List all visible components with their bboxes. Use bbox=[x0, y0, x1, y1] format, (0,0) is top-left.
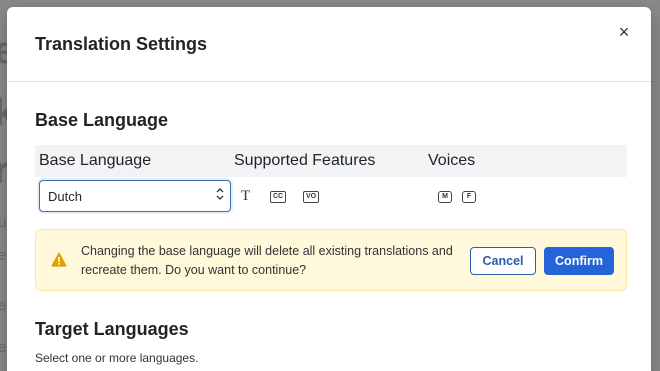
confirm-button[interactable]: Confirm bbox=[544, 247, 614, 275]
table-header: Base Language Supported Features Voices bbox=[35, 145, 627, 177]
background-text: u bbox=[0, 214, 7, 231]
modal-title: Translation Settings bbox=[35, 34, 208, 54]
base-language-select[interactable]: Dutch bbox=[39, 180, 231, 212]
background-text: e bbox=[0, 339, 7, 356]
closed-captions-icon: CC bbox=[270, 191, 286, 203]
text-feature-icon: T bbox=[241, 188, 251, 204]
male-voice-icon: M bbox=[438, 191, 452, 203]
chevron-up-down-icon bbox=[216, 187, 224, 203]
target-languages-heading: Target Languages bbox=[35, 319, 189, 339]
alert-message: Changing the base language will delete a… bbox=[81, 244, 453, 277]
voice-over-icon: VO bbox=[303, 191, 319, 203]
cancel-button[interactable]: Cancel bbox=[470, 247, 536, 275]
close-icon[interactable]: × bbox=[613, 21, 635, 43]
column-header-supported-features: Supported Features bbox=[234, 152, 376, 169]
warning-alert: Changing the base language will delete a… bbox=[35, 229, 627, 291]
column-header-voices: Voices bbox=[428, 152, 476, 169]
column-header-base-language: Base Language bbox=[39, 152, 152, 169]
modal-header: Translation Settings × bbox=[7, 7, 651, 82]
female-voice-icon: F bbox=[462, 191, 476, 203]
base-language-heading: Base Language bbox=[35, 110, 169, 130]
target-languages-hint: Select one or more languages. bbox=[35, 351, 199, 365]
background-text: e bbox=[0, 247, 7, 264]
background-text: e bbox=[0, 297, 7, 314]
translation-settings-modal: Translation Settings × Base Language Bas… bbox=[7, 7, 651, 371]
select-value: Dutch bbox=[48, 189, 82, 204]
warning-icon bbox=[51, 252, 67, 267]
